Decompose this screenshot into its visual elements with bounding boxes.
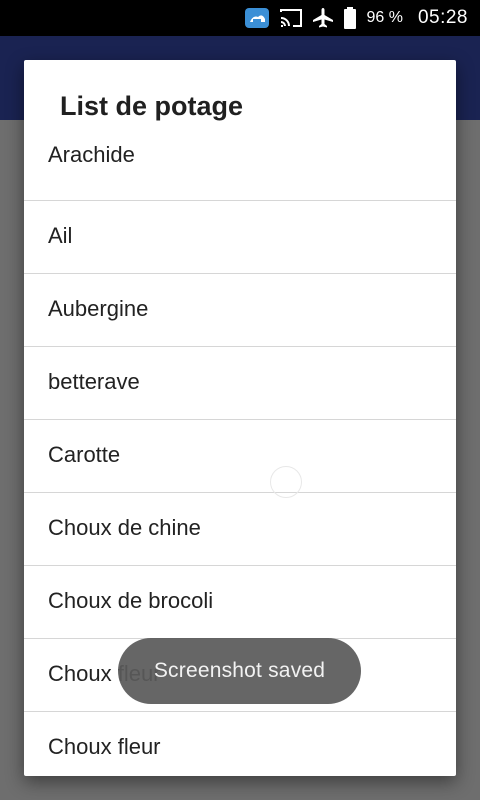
list-item[interactable]: Ail [24, 201, 456, 274]
dialog-title: List de potage [60, 91, 244, 121]
battery-icon [343, 6, 357, 30]
battery-percent: 96 % [366, 9, 403, 26]
list-item-label: Choux de brocoli [48, 587, 214, 613]
list-item[interactable]: betterave [24, 347, 456, 420]
clock: 05:28 [417, 7, 468, 28]
list-item-label: Aubergine [48, 295, 149, 321]
list-item-label: Carotte [48, 441, 121, 467]
list-item[interactable]: Aubergine [24, 274, 456, 347]
cast-icon [279, 8, 303, 28]
list-item-label: betterave [48, 368, 140, 394]
screen: 96 % 05:28 List de potage Arachide Ail A… [0, 0, 480, 800]
list-item-label: Ail [48, 222, 73, 248]
list-item-label: Arachide [48, 141, 135, 167]
list-item-label: Choux de chine [48, 514, 201, 540]
toast-message: Screenshot saved [118, 638, 361, 704]
touch-ripple [270, 466, 302, 498]
list-item[interactable]: Carotte [24, 420, 456, 493]
status-bar: 96 % 05:28 [0, 0, 480, 36]
list-item[interactable]: Choux de chine [24, 493, 456, 566]
list-item[interactable]: Choux fleur [24, 712, 456, 776]
list-item[interactable]: Arachide [24, 127, 456, 201]
airplane-mode-icon [312, 7, 334, 29]
list-item[interactable]: Choux de brocoli [24, 566, 456, 639]
app-notification-icon [244, 7, 270, 29]
list-item-label: Choux fleur [48, 733, 161, 759]
status-icons: 96 % 05:28 [244, 0, 468, 36]
